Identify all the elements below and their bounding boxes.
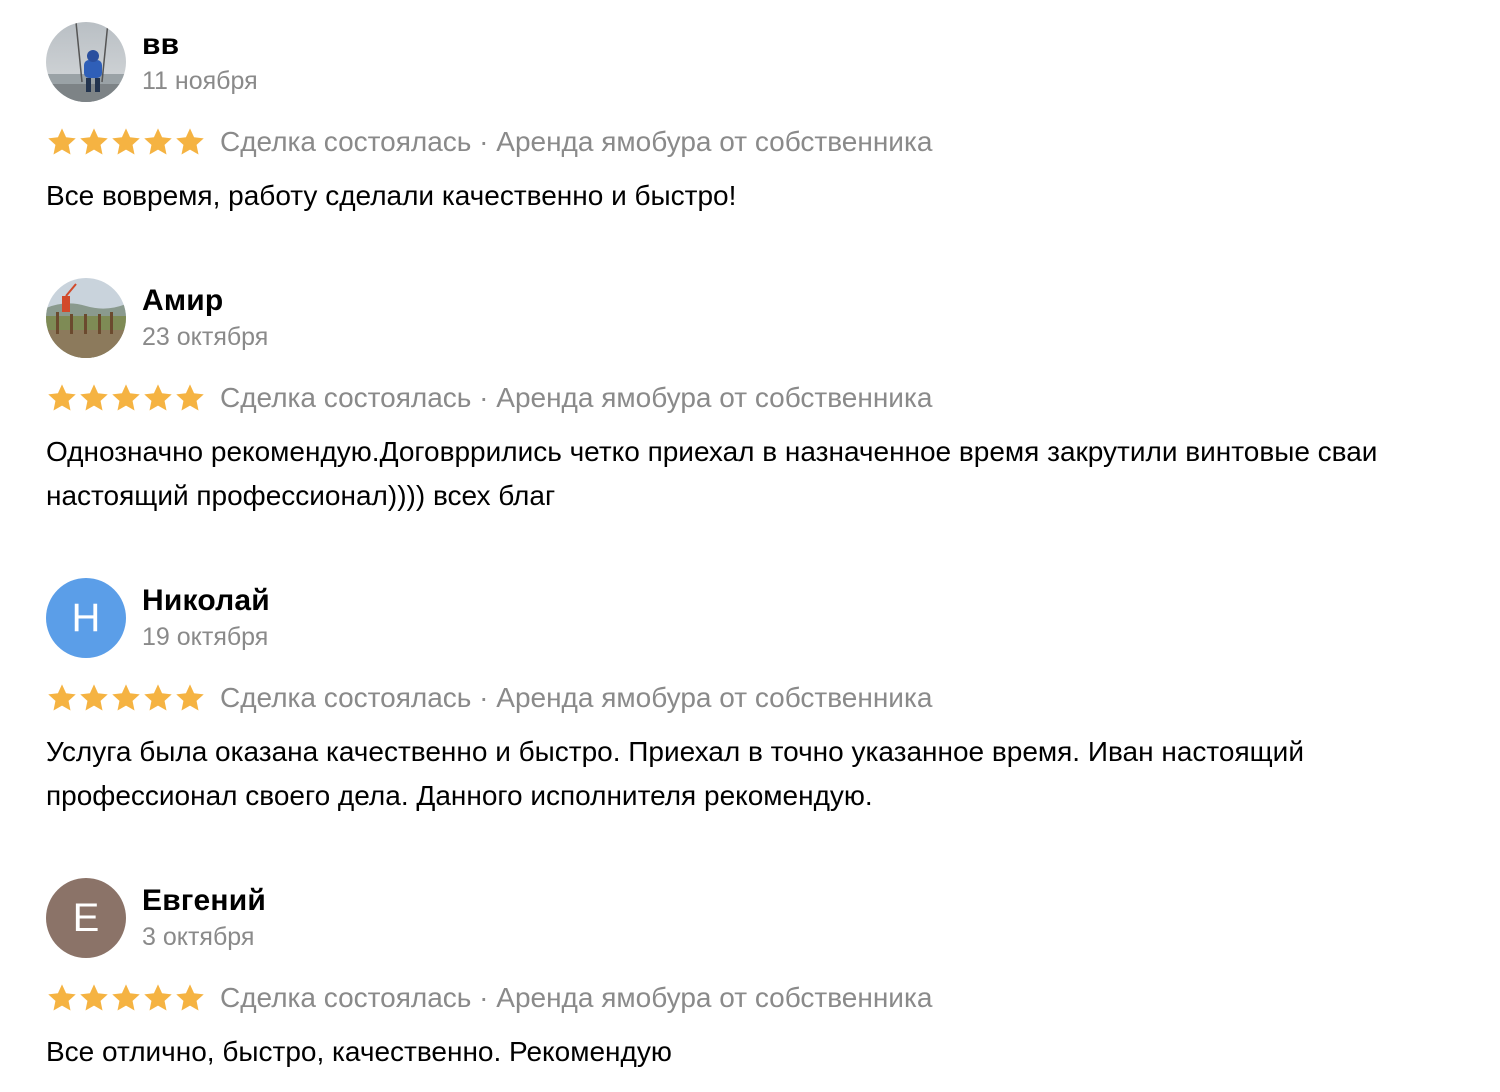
- deal-status: Сделка состоялась · Аренда ямобура от со…: [220, 682, 933, 713]
- avatar[interactable]: Е: [46, 878, 126, 958]
- star-icon: [112, 984, 140, 1011]
- review-header: вв 11 ноября: [46, 22, 1480, 102]
- review-text: Все отлично, быстро, качественно. Рекоме…: [46, 1036, 672, 1067]
- rating-stars: [46, 382, 206, 414]
- reviewer-name[interactable]: Амир: [142, 283, 268, 319]
- star-icon: [144, 128, 172, 155]
- star-icon: [80, 128, 108, 155]
- rating-stars: [46, 126, 206, 158]
- star-icon: [80, 684, 108, 711]
- avatar[interactable]: [46, 22, 126, 102]
- review-date: 19 октября: [142, 623, 269, 651]
- star-icon: [48, 128, 76, 155]
- review-meta: Сделка состоялась · Аренда ямобура от со…: [46, 380, 1480, 416]
- star-icon: [112, 128, 140, 155]
- star-icon: [144, 684, 172, 711]
- avatar-letter: Н: [71, 595, 101, 640]
- reviewer-name[interactable]: Николай: [142, 583, 270, 619]
- star-icon: [144, 384, 172, 411]
- reviewer-name[interactable]: вв: [142, 27, 258, 63]
- photo-avatar-swing-icon: [46, 22, 126, 102]
- star-icon: [80, 984, 108, 1011]
- photo-avatar-field-icon: [46, 278, 126, 358]
- star-icon: [144, 984, 172, 1011]
- avatar-letter: Е: [72, 895, 100, 940]
- reviewer-name[interactable]: Евгений: [142, 883, 266, 919]
- review-text: Однозначно рекомендую.Договррились четко…: [46, 436, 1378, 511]
- review-text: Услуга была оказана качественно и быстро…: [46, 736, 1304, 811]
- rating-stars: [46, 682, 206, 714]
- review-header: Е Евгений 3 октября: [46, 878, 1480, 958]
- star-icon: [80, 384, 108, 411]
- deal-status: Сделка состоялась · Аренда ямобура от со…: [220, 982, 933, 1013]
- star-icon: [176, 128, 204, 155]
- review-card: Е Евгений 3 октября Сделка состоялась · …: [46, 878, 1480, 1074]
- review-date: 11 ноября: [142, 67, 258, 95]
- star-icon: [112, 684, 140, 711]
- review-header: Н Николай 19 октября: [46, 578, 1480, 658]
- review-date: 23 октября: [142, 323, 269, 351]
- review-meta: Сделка состоялась · Аренда ямобура от со…: [46, 124, 1480, 160]
- avatar[interactable]: [46, 278, 126, 358]
- star-icon: [48, 384, 76, 411]
- star-icon: [48, 984, 76, 1011]
- review-meta: Сделка состоялась · Аренда ямобура от со…: [46, 980, 1480, 1016]
- avatar[interactable]: Н: [46, 578, 126, 658]
- rating-stars: [46, 982, 206, 1014]
- review-card: вв 11 ноября Сделка состоялась · Аренда …: [46, 22, 1480, 218]
- review-header: Амир 23 октября: [46, 278, 1480, 358]
- star-icon: [112, 384, 140, 411]
- review-card: Амир 23 октября Сделка состоялась · Арен…: [46, 278, 1480, 518]
- star-icon: [48, 684, 76, 711]
- star-icon: [176, 984, 204, 1011]
- review-text: Все вовремя, работу сделали качественно …: [46, 180, 737, 211]
- deal-status: Сделка состоялась · Аренда ямобура от со…: [220, 382, 933, 413]
- review-meta: Сделка состоялась · Аренда ямобура от со…: [46, 680, 1480, 716]
- review-date: 3 октября: [142, 923, 255, 951]
- deal-status: Сделка состоялась · Аренда ямобура от со…: [220, 126, 933, 157]
- star-icon: [176, 384, 204, 411]
- review-card: Н Николай 19 октября Сделка состоялась ·…: [46, 578, 1480, 818]
- star-icon: [176, 684, 204, 711]
